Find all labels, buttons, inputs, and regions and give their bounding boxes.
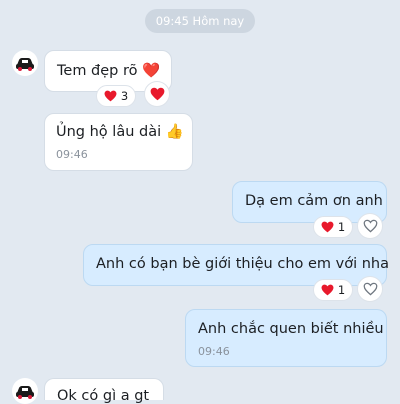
car-logo-icon [16, 386, 34, 399]
message-text: Tem đẹp rõ ❤️ [57, 63, 161, 79]
react-button[interactable] [357, 276, 383, 302]
react-button[interactable] [357, 213, 383, 239]
date-divider: 09:45 Hôm nay [145, 9, 255, 33]
message-time: 09:46 [198, 345, 230, 358]
reaction-summary[interactable]: 3 [96, 85, 136, 107]
message-text: Ok có gì a gt [57, 388, 150, 404]
message-time: 09:46 [56, 148, 88, 161]
message-bubble[interactable]: Ok có gì a gt [44, 378, 164, 404]
message-text: Dạ em cảm ơn anh [245, 193, 383, 209]
heart-outline-icon [363, 219, 377, 233]
message-text: Anh chắc quen biết nhiều [198, 321, 384, 337]
heart-icon [150, 87, 164, 101]
message-text: Anh có bạn bè giới thiệu cho em với nha [96, 256, 390, 272]
reaction-summary[interactable]: 1 [313, 216, 353, 238]
reaction-summary[interactable]: 1 [313, 279, 353, 301]
car-logo-icon [16, 58, 34, 71]
heart-icon [321, 284, 334, 296]
reaction-count: 3 [120, 89, 129, 103]
react-button[interactable] [144, 81, 170, 107]
heart-outline-icon [363, 282, 377, 296]
message-bubble[interactable]: Anh chắc quen biết nhiều 09:46 [185, 309, 387, 367]
message-text: Ủng hộ lâu dài 👍 [56, 124, 184, 140]
message-bubble[interactable]: Ủng hộ lâu dài 👍 09:46 [44, 113, 193, 171]
contact-avatar[interactable] [12, 50, 38, 76]
heart-icon [321, 221, 334, 233]
reaction-count: 1 [337, 283, 346, 297]
heart-icon [104, 90, 117, 102]
reaction-count: 1 [337, 220, 346, 234]
contact-avatar[interactable] [12, 378, 38, 404]
